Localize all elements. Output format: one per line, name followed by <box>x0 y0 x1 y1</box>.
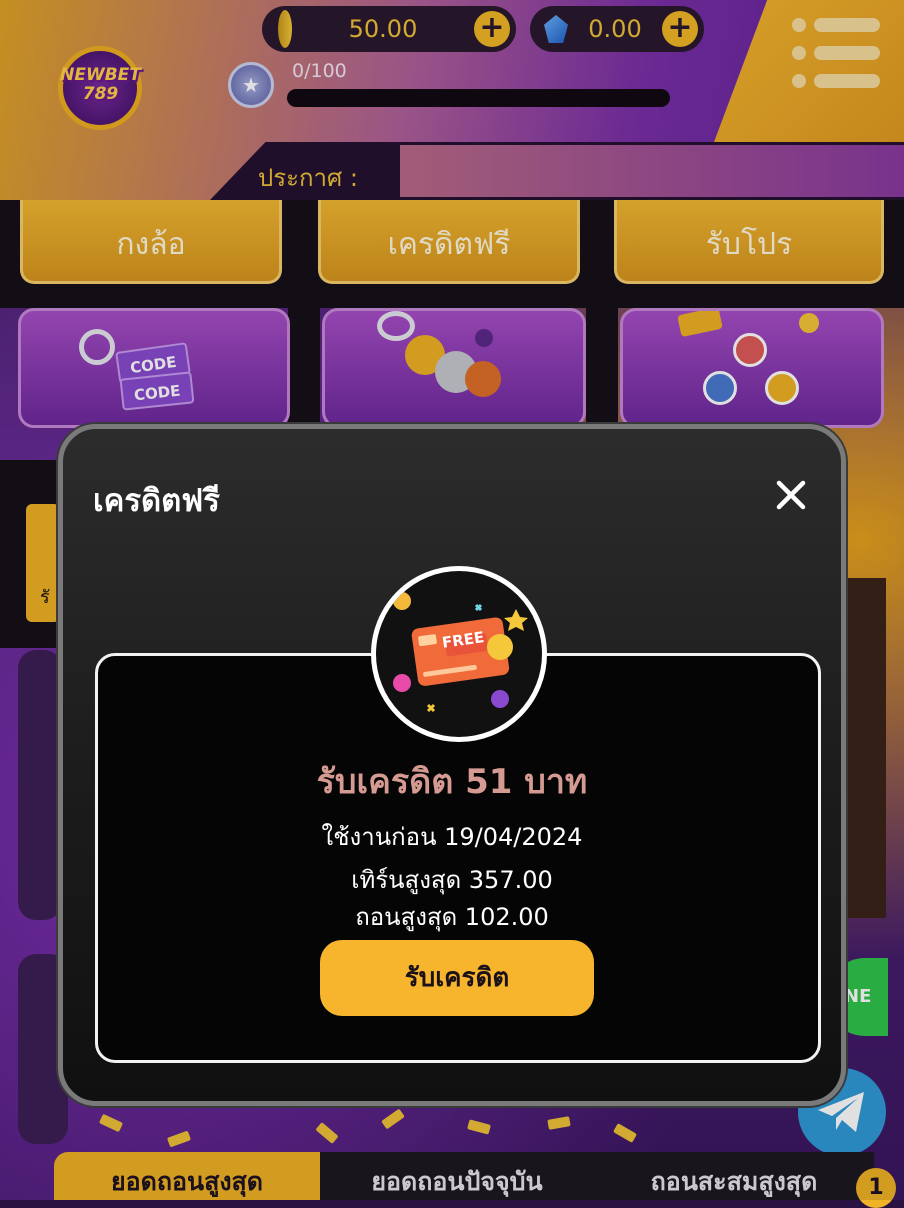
max-withdraw-text: ถอนสูงสุด 102.00 <box>355 903 549 931</box>
credit-amount-title: รับเครดิต 51 บาท <box>316 762 588 802</box>
claim-credit-button[interactable]: รับเครดิต <box>320 940 594 1016</box>
max-turnover-text: เทิร์นสูงสุด 357.00 <box>351 866 553 894</box>
free-credit-modal: เครดิตฟรี FREE รับเครดิต 51 บาท ใช้งานก่… <box>58 424 846 1106</box>
modal-title: เครดิตฟรี <box>93 483 220 519</box>
expiry-date-text: ใช้งานก่อน 19/04/2024 <box>321 823 583 851</box>
credit-card-icon <box>393 592 528 713</box>
free-card-emblem: FREE <box>371 566 547 742</box>
close-icon[interactable] <box>769 473 813 517</box>
